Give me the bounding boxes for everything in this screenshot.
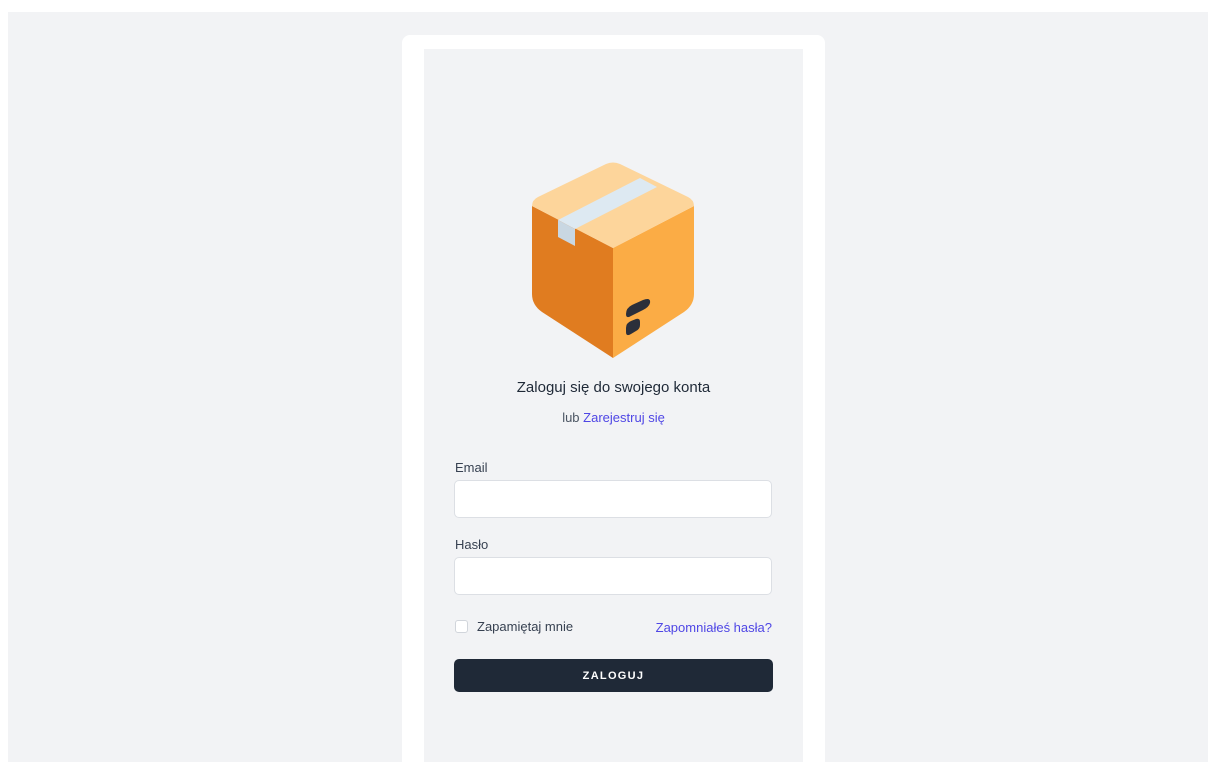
register-link[interactable]: Zarejestruj się: [583, 410, 665, 425]
email-label: Email: [455, 460, 488, 475]
email-field[interactable]: [454, 480, 772, 518]
forgot-password-link[interactable]: Zapomniałeś hasła?: [656, 620, 772, 635]
register-line: lub Zarejestruj się: [424, 410, 803, 425]
login-card: Zaloguj się do swojego konta lub Zarejes…: [402, 35, 825, 762]
page-background: Zaloguj się do swojego konta lub Zarejes…: [8, 12, 1208, 762]
page-title: Zaloguj się do swojego konta: [516, 379, 711, 396]
remember-checkbox[interactable]: [455, 620, 468, 633]
login-button[interactable]: ZALOGUJ: [454, 659, 773, 692]
remember-label: Zapamiętaj mnie: [477, 619, 574, 634]
package-box-icon: [532, 162, 694, 358]
login-panel: Zaloguj się do swojego konta lub Zarejes…: [424, 49, 803, 762]
password-field[interactable]: [454, 557, 772, 595]
register-prefix: lub: [562, 410, 580, 425]
remember-me[interactable]: Zapamiętaj mnie: [455, 619, 573, 634]
password-label: Hasło: [455, 537, 489, 552]
